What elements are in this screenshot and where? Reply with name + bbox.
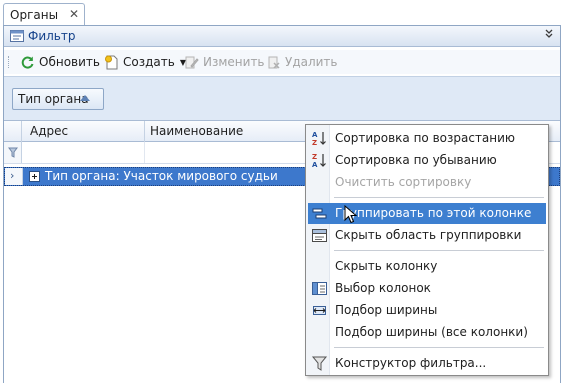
toolbar-grip[interactable]	[8, 56, 11, 68]
menu-item-label: Скрыть колонку	[335, 259, 438, 273]
column-header-address[interactable]: Адрес	[30, 124, 68, 138]
edit-icon	[185, 56, 199, 68]
sort-descending-icon: Z A	[312, 153, 326, 169]
delete-label: Удалить	[285, 55, 338, 69]
collapse-chevron-icon[interactable]	[544, 27, 554, 44]
expand-plus-icon[interactable]	[29, 171, 40, 182]
filter-editor-icon	[311, 356, 328, 371]
menu-item-label: Очистить сортировку	[335, 175, 472, 189]
delete-icon	[268, 56, 280, 69]
menu-item-best-fit[interactable]: Подбор ширины	[308, 300, 546, 321]
menu-item-label: Скрыть область группировки	[335, 228, 522, 242]
menu-separator	[334, 197, 544, 198]
mouse-cursor-icon	[344, 205, 358, 224]
create-button[interactable]: Создать ▼	[104, 53, 186, 71]
tab-strip: Органы ✕	[0, 0, 564, 26]
filter-cell-divider	[144, 142, 145, 163]
tab-organs[interactable]: Органы ✕	[3, 3, 85, 26]
toolbar: Обновить Создать ▼ Изменить Удалить	[4, 50, 560, 74]
menu-item-label: Выбор колонок	[335, 281, 431, 295]
menu-item-hide-group-panel[interactable]: Скрыть область группировки	[308, 225, 546, 246]
menu-item-label: Подбор ширины (все колонки)	[335, 325, 528, 339]
best-fit-icon	[313, 306, 326, 315]
svg-text:Z: Z	[312, 139, 317, 147]
column-divider[interactable]	[144, 121, 145, 142]
menu-item-label: Группировать по этой колонке	[335, 206, 532, 220]
sort-up-arrow-icon	[80, 95, 90, 101]
menu-item-label: Конструктор фильтра...	[335, 356, 487, 370]
row-indicator-arrow-icon: ›	[10, 169, 15, 182]
menu-separator	[334, 347, 544, 348]
column-header-name[interactable]: Наименование	[150, 124, 243, 138]
filter-panel-header[interactable]: Фильтр	[4, 26, 560, 47]
group-chip-organ-type[interactable]: Тип органа	[12, 88, 104, 110]
funnel-icon	[8, 147, 18, 158]
tab-label: Органы	[10, 8, 59, 22]
group-chip-label: Тип органа	[18, 92, 89, 106]
header-indicator-cell	[4, 121, 22, 142]
refresh-icon	[21, 56, 34, 68]
refresh-label: Обновить	[39, 55, 100, 69]
svg-text:A: A	[312, 131, 318, 139]
svg-text:Z: Z	[312, 153, 317, 161]
menu-item-label: Подбор ширины	[335, 303, 438, 317]
filter-row-indicator	[4, 142, 22, 163]
group-panel: Тип органа	[4, 76, 560, 120]
filter-panel-label: Фильтр	[28, 29, 76, 43]
group-by-column-icon	[312, 208, 327, 219]
edit-button[interactable]: Изменить	[184, 53, 265, 71]
edit-label: Изменить	[203, 55, 265, 69]
column-chooser-icon	[312, 282, 327, 295]
new-document-icon	[105, 55, 118, 69]
delete-button[interactable]: Удалить	[266, 53, 338, 71]
menu-item-sort-ascending[interactable]: A Z Сортировка по возрастанию	[308, 128, 546, 149]
svg-text:A: A	[312, 161, 318, 169]
sort-ascending-icon: A Z	[312, 131, 326, 147]
menu-item-best-fit-all[interactable]: Подбор ширины (все колонки)	[308, 322, 546, 343]
row-indicator: ›	[5, 168, 23, 185]
filter-panel-icon	[10, 30, 24, 42]
menu-item-hide-column[interactable]: Скрыть колонку	[308, 256, 546, 277]
menu-separator	[334, 250, 544, 251]
create-label: Создать	[123, 55, 175, 69]
menu-item-clear-sorting[interactable]: Очистить сортировку	[308, 172, 546, 193]
refresh-button[interactable]: Обновить	[20, 53, 100, 71]
menu-item-label: Сортировка по возрастанию	[335, 131, 516, 145]
menu-item-sort-descending[interactable]: Z A Сортировка по убыванию	[308, 150, 546, 171]
menu-item-label: Сортировка по убыванию	[335, 153, 497, 167]
close-icon[interactable]: ✕	[69, 7, 79, 21]
group-row-label: Тип органа: Участок мирового судьи	[45, 169, 278, 183]
group-panel-icon	[312, 229, 327, 242]
menu-item-filter-editor[interactable]: Конструктор фильтра...	[308, 353, 546, 374]
column-context-menu: A Z Сортировка по возрастанию Z A Сортир…	[305, 124, 549, 376]
menu-item-column-chooser[interactable]: Выбор колонок	[308, 278, 546, 299]
